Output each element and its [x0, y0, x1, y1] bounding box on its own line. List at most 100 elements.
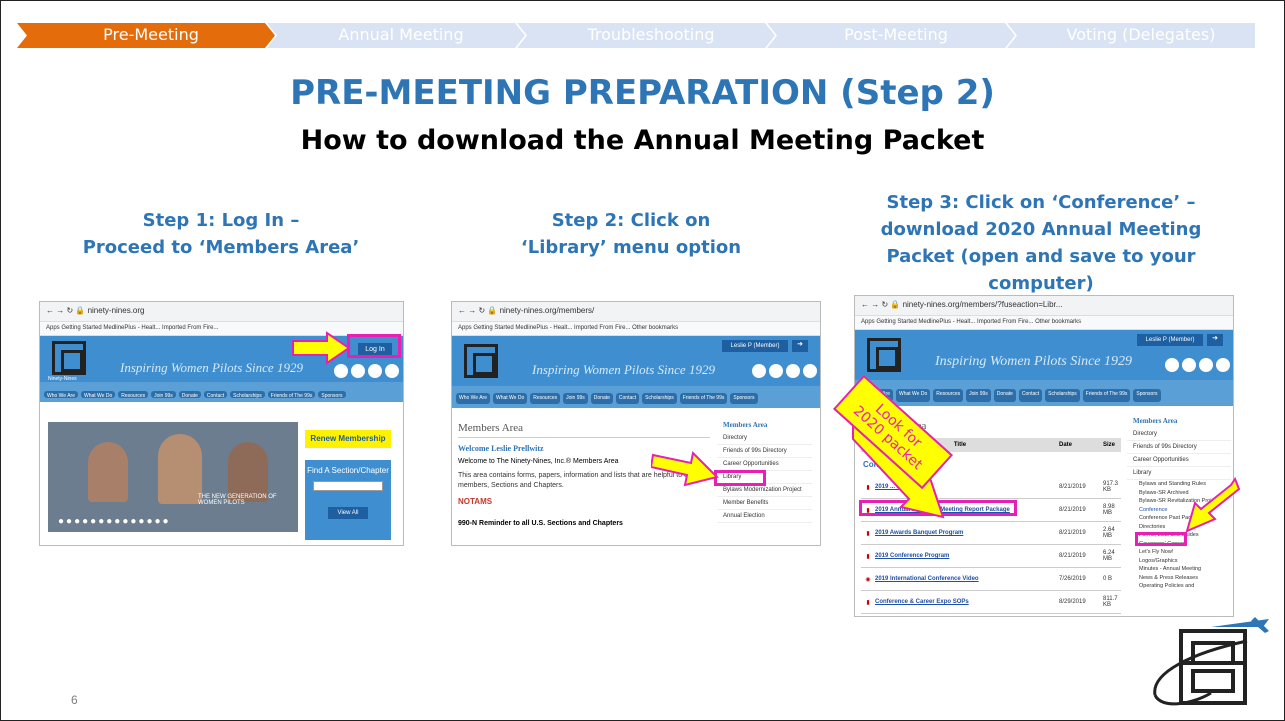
tab-annual-meeting[interactable]: Annual Meeting: [287, 25, 515, 44]
lib-item[interactable]: Minutes - Annual Meeting: [1139, 565, 1231, 574]
pdf-icon: ▮: [866, 599, 870, 606]
twitter-icon[interactable]: [769, 364, 783, 378]
menu-contact[interactable]: Contact: [1018, 389, 1043, 402]
menu-who-we-are[interactable]: Who We Are: [456, 393, 490, 404]
find-chapter-box: Find A Section/Chapter View All: [305, 460, 391, 540]
tab-voting-delegates[interactable]: Voting (Delegates): [1027, 25, 1255, 44]
member-button[interactable]: Leslie P (Member): [1137, 334, 1203, 346]
menu-friends[interactable]: Friends of The 99s: [1082, 389, 1131, 402]
row-title[interactable]: 2019 Conference Program: [875, 553, 1059, 559]
menu-resources[interactable]: Resources: [118, 391, 149, 399]
screenshot-library: ← → ↻ 🔒 ninety-nines.org/members/ Apps G…: [451, 301, 821, 546]
pdf-icon: ▮: [866, 530, 870, 537]
social-icons: [752, 364, 817, 378]
menu-join[interactable]: Join 99s: [966, 389, 991, 402]
browser-bar: ← → ↻ 🔒 ninety-nines.org: [40, 302, 403, 322]
lib-item[interactable]: Operating Policies and: [1139, 582, 1231, 591]
banner-text: THE NEW GENERATION OF WOMEN PILOTS: [198, 494, 277, 506]
menu-scholarships[interactable]: Scholarships: [230, 391, 265, 399]
row-title[interactable]: 2019 Awards Banquet Program: [875, 530, 1059, 536]
row-date: 8/21/2019: [1059, 484, 1086, 490]
menu-sponsors[interactable]: Sponsors: [318, 391, 346, 399]
logout-icon[interactable]: ➜: [1207, 334, 1223, 346]
lib-item[interactable]: Let's Fly Now!: [1139, 548, 1231, 557]
menu-sponsors[interactable]: Sponsors: [1133, 389, 1161, 402]
site-menu: Who We Are What We Do Resources Join 99s…: [452, 386, 820, 408]
menu-donate[interactable]: Donate: [993, 389, 1016, 402]
menu-resources[interactable]: Resources: [530, 393, 561, 404]
twitter-icon[interactable]: [351, 364, 365, 378]
step-1-line-1: Step 1: Log In –: [142, 210, 300, 231]
menu-what-we-do[interactable]: What We Do: [895, 389, 931, 402]
menu-friends[interactable]: Friends of The 99s: [679, 393, 728, 404]
row-size: 0 B: [1103, 576, 1113, 582]
menu-what-we-do[interactable]: What We Do: [492, 393, 528, 404]
facebook-icon[interactable]: [752, 364, 766, 378]
carousel-dots[interactable]: ●●●●●●●●●●●●●●: [58, 516, 171, 527]
bookmarks-bar: Apps Getting Started MedlinePlus - Healt…: [855, 316, 1233, 330]
facebook-icon[interactable]: [1165, 358, 1179, 372]
menu-join[interactable]: Join 99s: [563, 393, 588, 404]
ninety-nines-logo-icon: [867, 338, 901, 372]
members-heading: Members Area: [458, 422, 710, 438]
tab-pre-meeting[interactable]: Pre-Meeting: [37, 25, 265, 44]
browser-bar: ← → ↻ 🔒 ninety-nines.org/members/: [452, 302, 820, 322]
instagram-icon[interactable]: [368, 364, 382, 378]
tab-post-meeting[interactable]: Post-Meeting: [787, 25, 1005, 44]
pilot-photo: [88, 442, 128, 502]
twitter-icon[interactable]: [1182, 358, 1196, 372]
sidebar-item-benefits[interactable]: Member Benefits: [717, 497, 812, 510]
menu-contact[interactable]: Contact: [615, 393, 640, 404]
sidebar-item-career[interactable]: Career Opportunities: [1127, 454, 1231, 467]
menu-sponsors[interactable]: Sponsors: [730, 393, 758, 404]
view-all-button[interactable]: View All: [328, 507, 368, 519]
menu-friends[interactable]: Friends of The 99s: [267, 391, 316, 399]
pilot-photo: [228, 442, 268, 502]
conference-highlight: [1135, 532, 1187, 546]
sidebar-item-directory[interactable]: Directory: [1127, 428, 1231, 441]
menu-who-we-are[interactable]: Who We Are: [44, 391, 78, 399]
logout-icon[interactable]: ➜: [792, 340, 808, 352]
table-row[interactable]: ▮ 2019 Awards Banquet Program 8/21/2019 2.6…: [861, 522, 1121, 545]
tab-troubleshooting[interactable]: Troubleshooting: [537, 25, 765, 44]
menu-donate[interactable]: Donate: [590, 393, 613, 404]
instagram-icon[interactable]: [1199, 358, 1213, 372]
menu-scholarships[interactable]: Scholarships: [1045, 389, 1080, 402]
share-icon[interactable]: [385, 364, 399, 378]
video-icon: ◉: [865, 576, 871, 583]
instagram-icon[interactable]: [786, 364, 800, 378]
member-button[interactable]: Leslie P (Member): [722, 340, 788, 352]
sidebar-item-friends[interactable]: Friends of 99s Directory: [717, 445, 812, 458]
reminder-text[interactable]: 990-N Reminder to all U.S. Sections and …: [458, 520, 710, 527]
ninety-nines-logo-icon: [1153, 617, 1269, 706]
table-row[interactable]: ◉ 2019 International Conference Video 7/26…: [861, 568, 1121, 591]
share-icon[interactable]: [803, 364, 817, 378]
lib-item[interactable]: News & Press Releases: [1139, 574, 1231, 583]
sidebar-item-directory[interactable]: Directory: [717, 432, 812, 445]
step-1-caption: Step 1: Log In – Proceed to ‘Members Are…: [61, 207, 381, 261]
sidebar-item-election[interactable]: Annual Election: [717, 510, 812, 523]
ninety-nines-logo-icon: [464, 344, 498, 378]
share-icon[interactable]: [1216, 358, 1230, 372]
menu-resources[interactable]: Resources: [933, 389, 964, 402]
renew-membership-button[interactable]: Renew Membership: [305, 430, 391, 448]
row-size: 811.7 KB: [1103, 596, 1118, 608]
menu-scholarships[interactable]: Scholarships: [642, 393, 677, 404]
sidebar-item-friends[interactable]: Friends of 99s Directory: [1127, 441, 1231, 454]
row-title[interactable]: Conference & Career Expo SOPs: [875, 599, 1059, 605]
table-row[interactable]: ▮ 2019 Conference Program 8/21/2019 6.24 MB: [861, 545, 1121, 568]
find-chapter-label: Find A Section/Chapter: [307, 466, 389, 475]
lib-item[interactable]: Logos/Graphics: [1139, 557, 1231, 566]
arrow-icon: [292, 331, 351, 365]
step-2-caption: Step 2: Click on ‘Library’ menu option: [481, 207, 781, 261]
menu-contact[interactable]: Contact: [203, 391, 228, 399]
facebook-icon[interactable]: [334, 364, 348, 378]
row-title[interactable]: 2019 International Conference Video: [875, 576, 1059, 582]
menu-join[interactable]: Join 99s: [151, 391, 176, 399]
pdf-icon: ▮: [866, 553, 870, 560]
hero-banner: THE NEW GENERATION OF WOMEN PILOTS ●●●●●…: [48, 422, 298, 532]
menu-what-we-do[interactable]: What We Do: [80, 391, 116, 399]
menu-donate[interactable]: Donate: [178, 391, 201, 399]
table-row[interactable]: ▮ Conference & Career Expo SOPs 8/29/2019 8…: [861, 591, 1121, 614]
chapter-select[interactable]: [313, 481, 383, 491]
